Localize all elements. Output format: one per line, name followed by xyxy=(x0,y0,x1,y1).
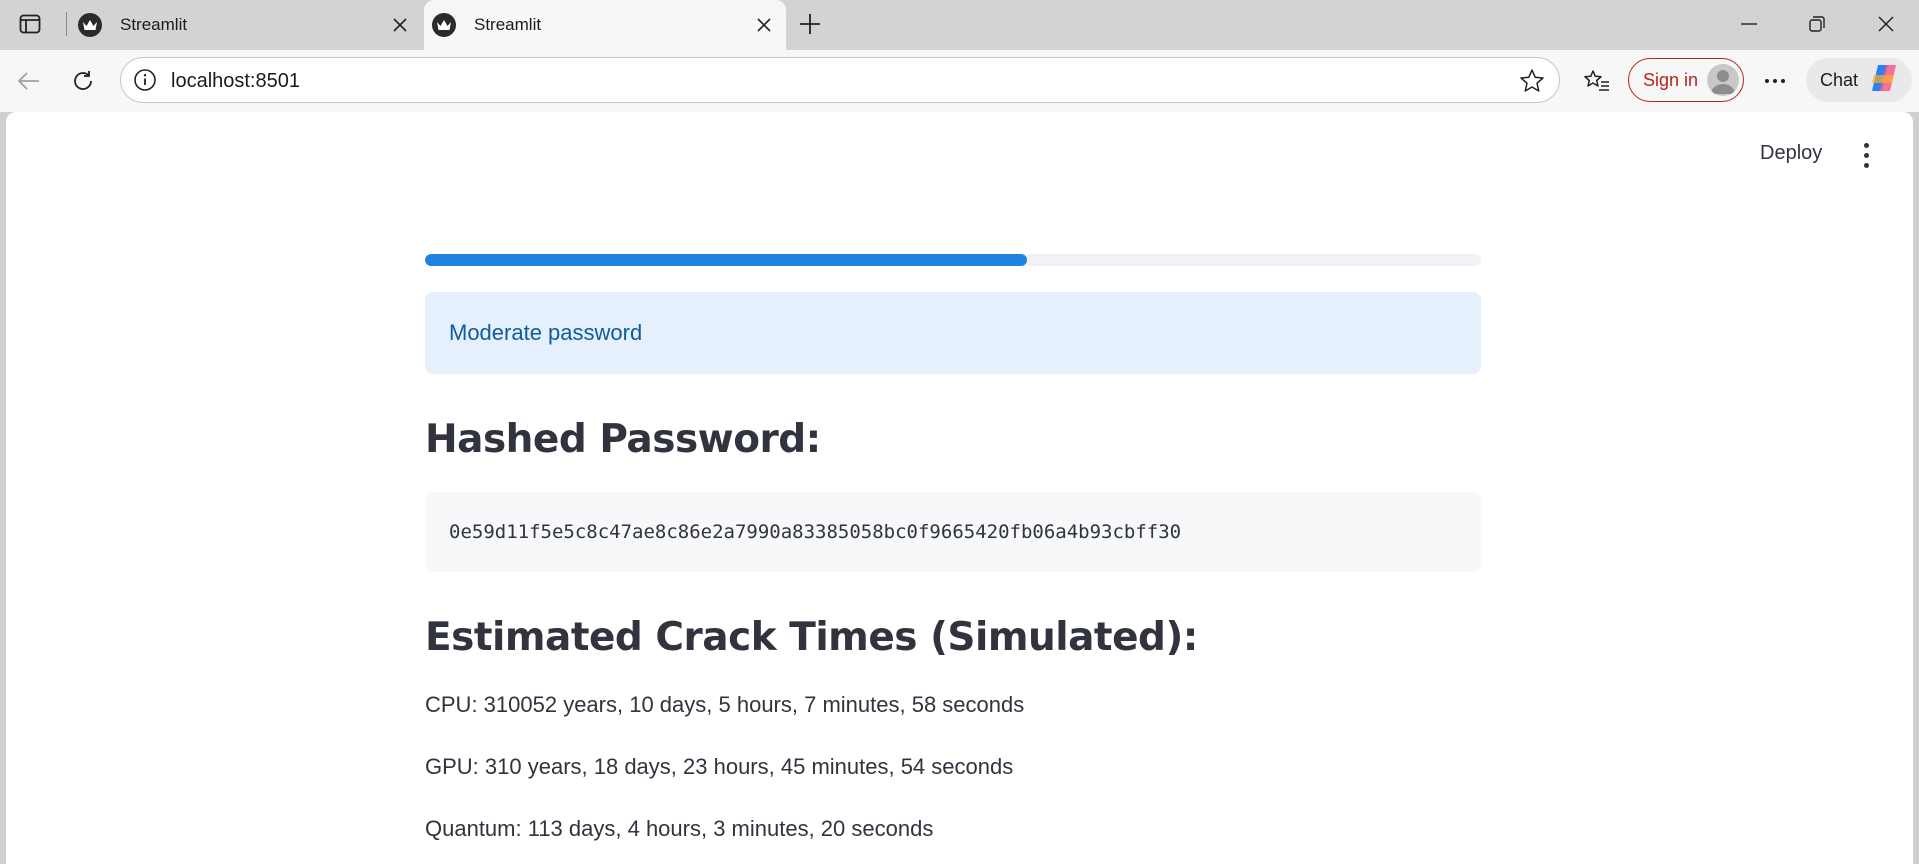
chat-button[interactable]: Chat xyxy=(1806,58,1912,102)
hash-value: 0e59d11f5e5c8c47ae8c86e2a7990a83385058bc… xyxy=(449,521,1182,543)
tab-title: Streamlit xyxy=(474,15,542,34)
url-text[interactable]: localhost:8501 xyxy=(171,70,300,93)
tab-strip: Streamlit Streamlit xyxy=(0,0,1919,50)
tab-separator xyxy=(66,12,67,36)
gpu-crack-time: GPU: 310 years, 18 days, 23 hours, 45 mi… xyxy=(425,754,1014,779)
reload-icon[interactable] xyxy=(66,64,100,98)
streamlit-crown-icon xyxy=(78,13,102,37)
avatar-icon xyxy=(1707,64,1739,96)
tab-streamlit-2[interactable]: Streamlit xyxy=(424,0,786,50)
web-page xyxy=(6,112,1913,864)
streamlit-crown-icon xyxy=(432,13,456,37)
copilot-icon xyxy=(1868,63,1900,98)
strength-progress-bar xyxy=(425,254,1481,266)
close-tab-icon[interactable] xyxy=(750,11,778,39)
favorite-star-icon[interactable] xyxy=(1519,68,1545,99)
main-menu-icon[interactable] xyxy=(1858,140,1874,170)
tab-actions-icon[interactable] xyxy=(14,10,46,38)
strength-message: Moderate password xyxy=(449,320,643,345)
favorites-icon[interactable] xyxy=(1580,64,1614,98)
address-bar[interactable]: localhost:8501 xyxy=(120,57,1560,103)
restore-icon[interactable] xyxy=(1794,4,1840,44)
minimize-icon[interactable] xyxy=(1726,4,1772,44)
chat-label: Chat xyxy=(1820,69,1859,90)
quantum-crack-time: Quantum: 113 days, 4 hours, 3 minutes, 2… xyxy=(425,816,934,841)
close-tab-icon[interactable] xyxy=(386,11,414,39)
deploy-button[interactable]: Deploy xyxy=(1760,142,1822,165)
main-content: Moderate password Hashed Password: 0e59d… xyxy=(425,254,1481,841)
browser-toolbar: localhost:8501 Sign in Chat xyxy=(0,50,1919,112)
tab-streamlit-1[interactable]: Streamlit xyxy=(70,0,422,50)
info-alert: Moderate password xyxy=(425,292,1481,374)
close-window-icon[interactable] xyxy=(1863,4,1909,44)
site-info-icon[interactable] xyxy=(133,68,157,97)
more-options-icon[interactable] xyxy=(1758,64,1792,98)
back-arrow-icon[interactable] xyxy=(12,64,46,98)
progress-fill xyxy=(425,254,1027,266)
crack-times-heading: Estimated Crack Times (Simulated): xyxy=(425,615,1198,660)
sign-in-label: Sign in xyxy=(1643,69,1699,90)
hash-code-block[interactable]: 0e59d11f5e5c8c47ae8c86e2a7990a83385058bc… xyxy=(425,492,1481,572)
hashed-password-heading: Hashed Password: xyxy=(425,417,821,462)
cpu-crack-time: CPU: 310052 years, 10 days, 5 hours, 7 m… xyxy=(425,692,1025,717)
tab-title: Streamlit xyxy=(120,15,188,34)
sign-in-button[interactable]: Sign in xyxy=(1628,58,1744,102)
new-tab-icon[interactable] xyxy=(794,10,826,38)
